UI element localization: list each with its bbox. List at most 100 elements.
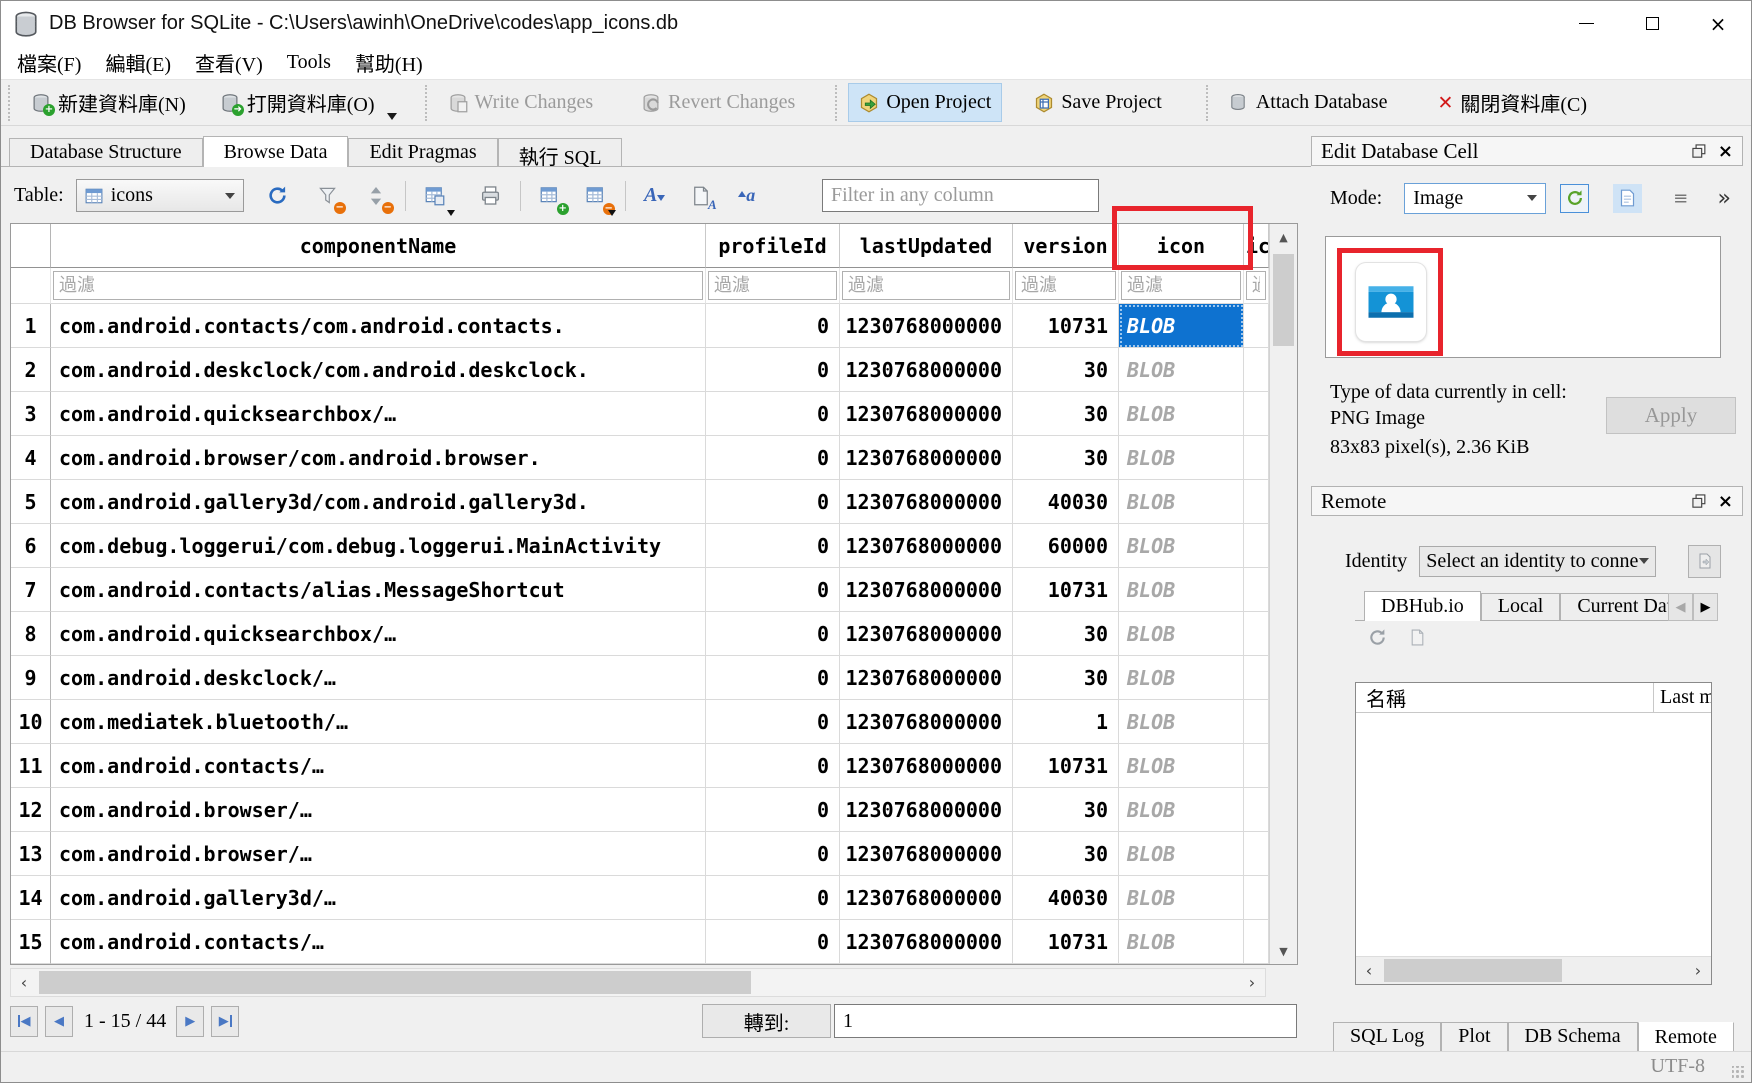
delete-record-button[interactable]: − xyxy=(578,178,614,214)
row-number[interactable]: 14 xyxy=(11,876,51,920)
cell-componentName[interactable]: com.android.gallery3d/com.android.galler… xyxy=(51,480,706,524)
cell-icon-blob[interactable]: BLOB xyxy=(1119,744,1244,788)
remote-refresh-button[interactable] xyxy=(1368,628,1387,647)
column-header-last-modified[interactable]: Last mo xyxy=(1660,686,1712,709)
cell-icon-blob[interactable]: BLOB xyxy=(1119,436,1244,480)
cell-lastUpdated[interactable]: 1230768000000 xyxy=(840,304,1013,348)
text-mode-button[interactable] xyxy=(1613,184,1642,213)
revert-changes-button[interactable]: Revert Changes xyxy=(631,84,805,121)
cell-componentName[interactable]: com.debug.loggerui/com.debug.loggerui.Ma… xyxy=(51,524,706,568)
cell-icon-blob[interactable]: BLOB xyxy=(1119,788,1244,832)
cell-componentName[interactable]: com.mediatek.bluetooth/… xyxy=(51,700,706,744)
cell-lastUpdated[interactable]: 1230768000000 xyxy=(840,788,1013,832)
cell-icon-blob[interactable]: BLOB xyxy=(1119,656,1244,700)
column-header-lastUpdated[interactable]: lastUpdated xyxy=(840,224,1013,268)
menu-view[interactable]: 查看(V) xyxy=(183,46,275,79)
cell-version[interactable]: 30 xyxy=(1013,788,1119,832)
float-panel-icon[interactable] xyxy=(1692,494,1706,508)
cell-icon-blob[interactable]: BLOB xyxy=(1119,480,1244,524)
tab-database-structure[interactable]: Database Structure xyxy=(9,138,203,166)
row-number[interactable]: 3 xyxy=(11,392,51,436)
remote-list-scrollbar[interactable]: ‹ › xyxy=(1356,956,1711,984)
float-panel-icon[interactable] xyxy=(1692,144,1706,158)
import-data-button[interactable] xyxy=(1560,184,1589,213)
table-select[interactable]: icons xyxy=(76,179,244,212)
cell-componentName[interactable]: com.android.contacts/… xyxy=(51,920,706,964)
column-header-name[interactable]: 名稱 xyxy=(1356,683,1406,712)
cell-icon-blob[interactable]: BLOB xyxy=(1119,612,1244,656)
row-number[interactable]: 10 xyxy=(11,700,51,744)
overflow-button[interactable]: » xyxy=(1718,186,1731,211)
tab-dbhub[interactable]: DBHub.io xyxy=(1364,591,1481,621)
open-database-button[interactable]: ➜ 打開資料庫(O) xyxy=(210,81,385,124)
tab-plot[interactable]: Plot xyxy=(1441,1022,1507,1052)
scroll-left-icon[interactable]: ‹ xyxy=(1356,957,1382,984)
column-filter-input-partial[interactable] xyxy=(1246,271,1266,300)
cell-version[interactable]: 10731 xyxy=(1013,304,1119,348)
cell-lastUpdated[interactable]: 1230768000000 xyxy=(840,656,1013,700)
cell-icon-blob[interactable]: BLOB xyxy=(1119,700,1244,744)
vertical-scrollbar[interactable]: ▲ ▼ xyxy=(1269,224,1297,964)
close-panel-icon[interactable]: × xyxy=(1718,141,1733,162)
column-filter-input-profileId[interactable] xyxy=(708,271,837,300)
scrollbar-thumb[interactable] xyxy=(1384,959,1562,982)
cell-lastUpdated[interactable]: 1230768000000 xyxy=(840,480,1013,524)
cell-componentName[interactable]: com.android.contacts/com.android.contact… xyxy=(51,304,706,348)
cell-componentName[interactable]: com.android.contacts/alias.MessageShortc… xyxy=(51,568,706,612)
row-number[interactable]: 4 xyxy=(11,436,51,480)
column-header-componentName[interactable]: componentName xyxy=(51,224,706,268)
cell-version[interactable]: 10731 xyxy=(1013,920,1119,964)
menu-file[interactable]: 檔案(F) xyxy=(5,46,93,79)
cell-version[interactable]: 30 xyxy=(1013,832,1119,876)
word-wrap-button[interactable]: ≡ xyxy=(1666,184,1695,213)
cell-version[interactable]: 30 xyxy=(1013,656,1119,700)
row-number[interactable]: 13 xyxy=(11,832,51,876)
cell-version[interactable]: 60000 xyxy=(1013,524,1119,568)
clear-sort-button[interactable]: − xyxy=(358,178,394,214)
row-number[interactable]: 12 xyxy=(11,788,51,832)
remote-clone-button[interactable] xyxy=(1409,629,1426,646)
row-number[interactable]: 7 xyxy=(11,568,51,612)
cell-lastUpdated[interactable]: 1230768000000 xyxy=(840,700,1013,744)
cell-componentName[interactable]: com.android.deskclock/… xyxy=(51,656,706,700)
scroll-up-icon[interactable]: ▲ xyxy=(1270,224,1297,250)
cell-profileId[interactable]: 0 xyxy=(706,700,840,744)
find-in-cells-button[interactable]: A xyxy=(683,178,719,214)
first-page-button[interactable]: ◀ xyxy=(10,1006,38,1037)
tab-edit-pragmas[interactable]: Edit Pragmas xyxy=(348,138,497,166)
cell-componentName[interactable]: com.android.deskclock/com.android.deskcl… xyxy=(51,348,706,392)
horizontal-scrollbar[interactable]: ‹ › xyxy=(10,968,1266,997)
column-divider[interactable] xyxy=(1653,683,1654,712)
horizontal-scrollbar-thumb[interactable] xyxy=(39,971,751,994)
goto-record-input[interactable] xyxy=(834,1004,1297,1038)
maximize-button[interactable] xyxy=(1619,1,1685,46)
column-filter-input-lastUpdated[interactable] xyxy=(842,271,1010,300)
last-page-button[interactable]: ▶ xyxy=(211,1006,239,1037)
column-header-profileId[interactable]: profileId xyxy=(706,224,840,268)
cell-icon-blob[interactable]: BLOB xyxy=(1119,876,1244,920)
resize-grip-icon[interactable] xyxy=(1732,1066,1745,1079)
cell-lastUpdated[interactable]: 1230768000000 xyxy=(840,568,1013,612)
print-button[interactable] xyxy=(473,178,509,214)
cell-version[interactable]: 40030 xyxy=(1013,480,1119,524)
open-project-button[interactable]: Open Project xyxy=(848,83,1002,122)
cell-version[interactable]: 30 xyxy=(1013,436,1119,480)
row-number[interactable]: 5 xyxy=(11,480,51,524)
cell-profileId[interactable]: 0 xyxy=(706,876,840,920)
save-project-button[interactable]: Save Project xyxy=(1024,84,1172,121)
cell-profileId[interactable]: 0 xyxy=(706,656,840,700)
cell-version[interactable]: 30 xyxy=(1013,348,1119,392)
row-number[interactable]: 1 xyxy=(11,304,51,348)
cell-lastUpdated[interactable]: 1230768000000 xyxy=(840,876,1013,920)
cell-icon-blob[interactable]: BLOB xyxy=(1119,920,1244,964)
cell-lastUpdated[interactable]: 1230768000000 xyxy=(840,524,1013,568)
cell-componentName[interactable]: com.android.browser/… xyxy=(51,832,706,876)
cell-lastUpdated[interactable]: 1230768000000 xyxy=(840,348,1013,392)
cell-profileId[interactable]: 0 xyxy=(706,920,840,964)
menu-edit[interactable]: 編輯(E) xyxy=(93,46,183,79)
cell-profileId[interactable]: 0 xyxy=(706,744,840,788)
cell-version[interactable]: 1 xyxy=(1013,700,1119,744)
cell-version[interactable]: 30 xyxy=(1013,612,1119,656)
column-header-version[interactable]: version xyxy=(1013,224,1119,268)
scroll-left-icon[interactable]: ‹ xyxy=(11,969,37,996)
